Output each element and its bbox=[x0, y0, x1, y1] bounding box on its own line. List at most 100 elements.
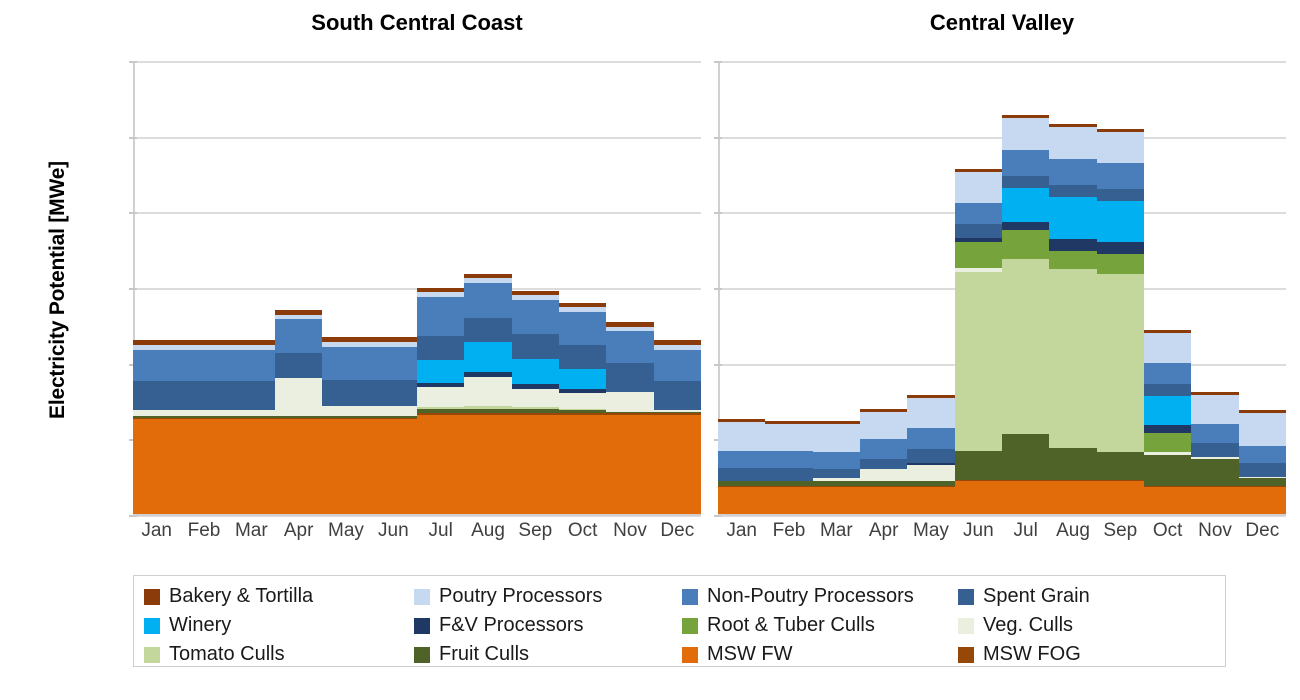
bar-segment bbox=[511, 407, 559, 409]
bar-column[interactable] bbox=[718, 62, 766, 516]
legend-swatch-icon bbox=[682, 617, 698, 634]
bar-column[interactable] bbox=[369, 62, 417, 516]
plot-area bbox=[714, 61, 1286, 517]
bar-segment bbox=[1238, 476, 1286, 479]
bar-column[interactable] bbox=[1144, 62, 1192, 516]
legend-item[interactable]: Bakery & Tortilla bbox=[144, 582, 414, 611]
bar-segment bbox=[511, 334, 559, 359]
legend-swatch-icon bbox=[414, 588, 430, 605]
bar-column[interactable] bbox=[275, 62, 323, 516]
bar-segment bbox=[322, 417, 370, 420]
legend-swatch-icon bbox=[958, 588, 974, 605]
bar-column[interactable] bbox=[1238, 62, 1286, 516]
x-tick-label: Jul bbox=[1013, 520, 1038, 541]
legend-label: MSW FW bbox=[707, 643, 793, 665]
x-tick-label: May bbox=[328, 520, 364, 541]
x-tick-label: Jan bbox=[726, 520, 757, 541]
bar-column[interactable] bbox=[180, 62, 228, 516]
bar-column[interactable] bbox=[322, 62, 370, 516]
bar-column[interactable] bbox=[559, 62, 607, 516]
bar-segment bbox=[1144, 396, 1192, 426]
bar-segment bbox=[1144, 485, 1192, 488]
bar-segment bbox=[1049, 239, 1097, 252]
bar-segment bbox=[369, 346, 417, 380]
bar-segment bbox=[860, 481, 908, 486]
bar-segment bbox=[511, 299, 559, 335]
bar-segment bbox=[1049, 196, 1097, 240]
bar-segment bbox=[653, 345, 701, 350]
bar-column[interactable] bbox=[1049, 62, 1097, 516]
bar-segment bbox=[1144, 329, 1192, 333]
x-tick-label: Oct bbox=[1152, 520, 1183, 541]
bar-segment bbox=[954, 450, 1002, 480]
bar-column[interactable] bbox=[653, 62, 701, 516]
bar-column[interactable] bbox=[954, 62, 1002, 516]
bar-segment bbox=[1002, 481, 1050, 516]
bar-segment bbox=[765, 420, 813, 424]
bar-segment bbox=[860, 485, 908, 488]
bar-segment bbox=[559, 393, 607, 409]
bar-segment bbox=[275, 352, 323, 379]
bar-segment bbox=[511, 388, 559, 408]
bar-column[interactable] bbox=[765, 62, 813, 516]
legend-item[interactable]: MSW FW bbox=[682, 640, 958, 669]
bar-segment bbox=[1096, 452, 1144, 480]
bar-segment bbox=[227, 340, 275, 345]
bar-segment bbox=[417, 335, 465, 361]
bar-segment bbox=[180, 417, 228, 420]
bar-segment bbox=[227, 349, 275, 382]
bar-column[interactable] bbox=[464, 62, 512, 516]
legend-item[interactable]: Veg. Culls bbox=[958, 611, 1218, 640]
y-axis-title: Electricity Potential [MWe] bbox=[46, 161, 69, 419]
bar-segment bbox=[907, 449, 955, 464]
bar-column[interactable] bbox=[907, 62, 955, 516]
bar-segment bbox=[417, 387, 465, 408]
legend-item[interactable]: Root & Tuber Culls bbox=[682, 611, 958, 640]
bar-segment bbox=[765, 450, 813, 468]
bar-column[interactable] bbox=[812, 62, 860, 516]
legend-item[interactable]: MSW FOG bbox=[958, 640, 1218, 669]
legend-item[interactable]: Non-Poutry Processors bbox=[682, 582, 958, 611]
bar-column[interactable] bbox=[1096, 62, 1144, 516]
bar-column[interactable] bbox=[606, 62, 654, 516]
legend-item[interactable]: F&V Processors bbox=[414, 611, 682, 640]
bar-segment bbox=[1191, 487, 1239, 516]
bar-segment bbox=[653, 411, 701, 414]
x-axis-line bbox=[133, 514, 701, 516]
bar-segment bbox=[606, 411, 654, 414]
bar-segment bbox=[1049, 447, 1097, 480]
bar-segment bbox=[464, 413, 512, 415]
bar-column[interactable] bbox=[511, 62, 559, 516]
bar-segment bbox=[180, 381, 228, 411]
bar-column[interactable] bbox=[1191, 62, 1239, 516]
legend-item[interactable]: Poutry Processors bbox=[414, 582, 682, 611]
legend-item[interactable]: Winery bbox=[144, 611, 414, 640]
bar-segment bbox=[133, 340, 181, 345]
bar-column[interactable] bbox=[227, 62, 275, 516]
bar-column[interactable] bbox=[417, 62, 465, 516]
bar-column[interactable] bbox=[860, 62, 908, 516]
bar-column[interactable] bbox=[1002, 62, 1050, 516]
legend-swatch-icon bbox=[958, 617, 974, 634]
x-tick-label: Apr bbox=[868, 520, 899, 541]
bar-segment bbox=[1191, 485, 1239, 488]
bar-segment bbox=[1191, 394, 1239, 424]
bar-segment bbox=[464, 414, 512, 516]
bar-segment bbox=[718, 422, 766, 451]
bar-segment bbox=[907, 428, 955, 450]
legend-item[interactable]: Fruit Culls bbox=[414, 640, 682, 669]
bar-segment bbox=[180, 349, 228, 382]
bar-segment bbox=[275, 419, 323, 516]
x-tick-label: Apr bbox=[283, 520, 314, 541]
bar-segment bbox=[1049, 158, 1097, 185]
bar-segment bbox=[1049, 127, 1097, 159]
x-tick-label: Nov bbox=[1198, 520, 1232, 541]
bar-column[interactable] bbox=[133, 62, 181, 516]
bar-segment bbox=[1049, 479, 1097, 482]
bar-segment bbox=[653, 410, 701, 412]
x-tick-label: Nov bbox=[613, 520, 647, 541]
legend-item[interactable]: Spent Grain bbox=[958, 582, 1218, 611]
legend-item[interactable]: Tomato Culls bbox=[144, 640, 414, 669]
bar-segment bbox=[1096, 201, 1144, 243]
bar-segment bbox=[765, 467, 813, 482]
